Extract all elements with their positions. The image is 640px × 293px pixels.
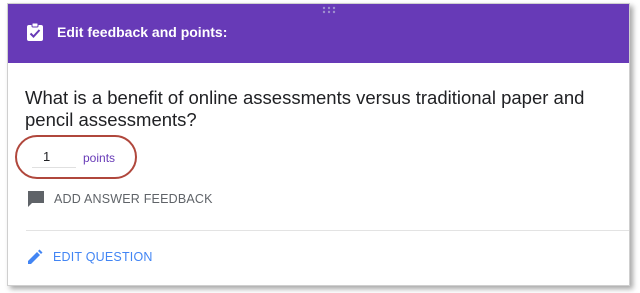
question-text: What is a benefit of online assessments … <box>25 87 585 130</box>
points-input[interactable] <box>32 146 76 168</box>
divider <box>26 230 629 231</box>
header-title: Edit feedback and points: <box>57 24 228 40</box>
pencil-icon <box>28 249 43 264</box>
edit-question-button[interactable]: EDIT QUESTION <box>26 247 153 267</box>
question-card: Edit feedback and points: What is a bene… <box>7 3 630 286</box>
points-label: points <box>83 151 116 165</box>
drag-handle-icon[interactable] <box>322 6 336 14</box>
card-header: Edit feedback and points: <box>8 4 629 63</box>
edit-question-label: EDIT QUESTION <box>53 250 153 264</box>
add-answer-feedback-label: ADD ANSWER FEEDBACK <box>54 192 213 206</box>
clipboard-check-icon <box>27 22 43 41</box>
add-answer-feedback-button[interactable]: ADD ANSWER FEEDBACK <box>26 188 213 210</box>
comment-icon <box>28 191 44 207</box>
